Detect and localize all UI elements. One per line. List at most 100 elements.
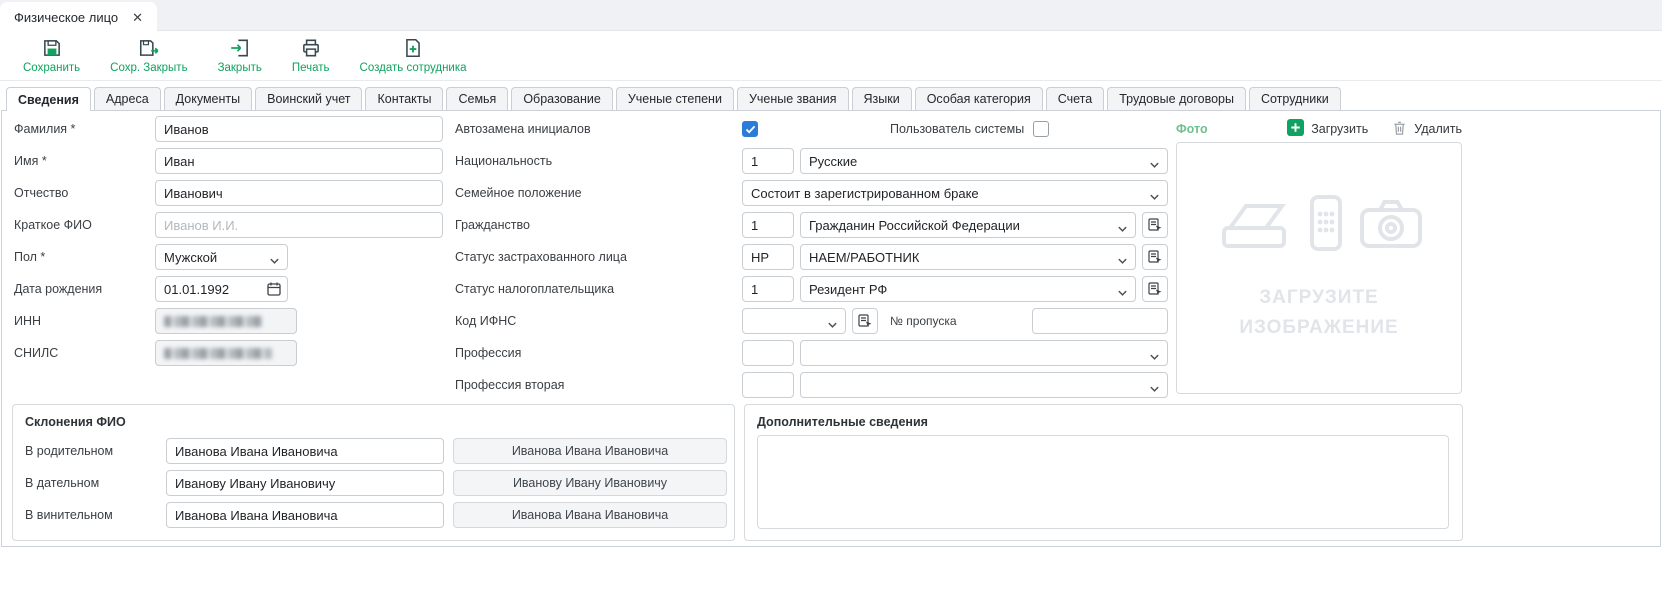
marital-status-select[interactable]: Состоит в зарегистрированном браке bbox=[742, 180, 1168, 206]
save-icon bbox=[41, 37, 63, 59]
dative-input[interactable] bbox=[166, 470, 444, 496]
app-window: Физическое лицо ✕ Сохранить Сохр. Закрыт… bbox=[0, 0, 1662, 601]
additional-info-textarea[interactable] bbox=[757, 435, 1449, 529]
citizenship-lookup-button[interactable] bbox=[1142, 212, 1168, 238]
birth-date-label: Дата рождения bbox=[14, 282, 155, 296]
gender-label: Пол * bbox=[14, 250, 155, 264]
photo-header: Фото Загрузить Удалить bbox=[1176, 116, 1462, 142]
close-button[interactable]: Закрыть bbox=[203, 33, 277, 78]
system-user-checkbox[interactable] bbox=[1033, 121, 1049, 137]
citizenship-select[interactable]: Гражданин Российской Федерации bbox=[800, 212, 1136, 238]
declension-row-genitive: В родительном Иванова Ивана Ивановича bbox=[25, 438, 727, 464]
tab-adresa[interactable]: Адреса bbox=[94, 87, 161, 110]
field-profession-second: Профессия вторая bbox=[455, 372, 1168, 398]
genitive-input[interactable] bbox=[166, 438, 444, 464]
dative-label: В дательном bbox=[25, 476, 166, 490]
tab-uchenye-stepeni[interactable]: Ученые степени bbox=[616, 87, 734, 110]
tab-sotrudniki[interactable]: Сотрудники bbox=[1249, 87, 1341, 110]
tab-dokumenty[interactable]: Документы bbox=[164, 87, 252, 110]
taxpayer-status-select[interactable]: Резидент РФ bbox=[800, 276, 1136, 302]
taxpayer-status-lookup-button[interactable] bbox=[1142, 276, 1168, 302]
plus-icon bbox=[1287, 119, 1304, 139]
taxpayer-status-code-input[interactable] bbox=[742, 276, 794, 302]
tab-trudovye-dogovory[interactable]: Трудовые договоры bbox=[1107, 87, 1246, 110]
taxpayer-status-label: Статус налогоплательщика bbox=[455, 282, 742, 296]
field-ifns-code: Код ИФНС № пропуска bbox=[455, 308, 1168, 334]
nationality-select[interactable]: Русские bbox=[800, 148, 1168, 174]
save-close-button[interactable]: Сохр. Закрыть bbox=[95, 33, 202, 78]
masked-value bbox=[164, 316, 262, 327]
tab-kontakty[interactable]: Контакты bbox=[365, 87, 443, 110]
tab-osobaya-kategoriya[interactable]: Особая категория bbox=[915, 87, 1043, 110]
patronymic-input[interactable] bbox=[155, 180, 443, 206]
nationality-label: Национальность bbox=[455, 154, 742, 168]
profession-code-input[interactable] bbox=[742, 340, 794, 366]
profession-select[interactable] bbox=[800, 340, 1168, 366]
document-tab[interactable]: Физическое лицо ✕ bbox=[0, 2, 157, 32]
print-label: Печать bbox=[292, 62, 330, 74]
tab-svedeniya[interactable]: Сведения bbox=[6, 87, 91, 111]
surname-label: Фамилия * bbox=[14, 122, 155, 136]
declensions-panel: Склонения ФИО В родительном Иванова Иван… bbox=[12, 404, 735, 541]
firstname-input[interactable] bbox=[155, 148, 443, 174]
firstname-label: Имя * bbox=[14, 154, 155, 168]
insured-status-lookup-button[interactable] bbox=[1142, 244, 1168, 270]
ifns-code-select[interactable] bbox=[742, 308, 846, 334]
field-insured-status: Статус застрахованного лица НАЕМ/РАБОТНИ… bbox=[455, 244, 1168, 270]
genitive-suggestion-button[interactable]: Иванова Ивана Ивановича bbox=[453, 438, 727, 464]
accusative-suggestion-button[interactable]: Иванова Ивана Ивановича bbox=[453, 502, 727, 528]
tab-semya[interactable]: Семья bbox=[446, 87, 508, 110]
photo-upload-button[interactable]: Загрузить bbox=[1287, 119, 1368, 139]
masked-value bbox=[164, 348, 272, 359]
tab-uchenye-zvaniya[interactable]: Ученые звания bbox=[737, 87, 849, 110]
tab-yazyki[interactable]: Языки bbox=[852, 87, 912, 110]
patronymic-label: Отчество bbox=[14, 186, 155, 200]
profession-second-select[interactable] bbox=[800, 372, 1168, 398]
insured-status-code-input[interactable] bbox=[742, 244, 794, 270]
calendar-icon[interactable] bbox=[266, 281, 282, 297]
lookup-icon bbox=[1147, 249, 1163, 265]
chevron-down-icon bbox=[1117, 285, 1128, 293]
exit-icon bbox=[229, 37, 251, 59]
snils-label: СНИЛС bbox=[14, 346, 155, 360]
tab-voinskiy-uchet[interactable]: Воинский учет bbox=[255, 87, 362, 110]
phone-icon bbox=[1308, 194, 1344, 257]
genitive-label: В родительном bbox=[25, 444, 166, 458]
dative-suggestion-button[interactable]: Иванову Ивану Ивановичу bbox=[453, 470, 727, 496]
field-inn: ИНН bbox=[14, 308, 297, 334]
create-employee-button[interactable]: Создать сотрудника bbox=[345, 33, 482, 78]
field-snils: СНИЛС bbox=[14, 340, 297, 366]
declension-row-dative: В дательном Иванову Ивану Ивановичу bbox=[25, 470, 727, 496]
gender-select[interactable]: Мужской bbox=[155, 244, 288, 270]
nationality-code-input[interactable] bbox=[742, 148, 794, 174]
photo-dropzone[interactable]: ЗАГРУЗИТЕ ИЗОБРАЖЕНИЕ bbox=[1176, 142, 1462, 394]
chevron-down-icon bbox=[827, 317, 838, 325]
accusative-input[interactable] bbox=[166, 502, 444, 528]
inn-input[interactable] bbox=[155, 308, 297, 334]
print-button[interactable]: Печать bbox=[277, 33, 345, 78]
tab-scheta[interactable]: Счета bbox=[1046, 87, 1104, 110]
field-nationality: Национальность Русские bbox=[455, 148, 1168, 174]
short-fio-input[interactable] bbox=[155, 212, 443, 238]
photo-placeholder-text: ЗАГРУЗИТЕ ИЗОБРАЖЕНИЕ bbox=[1239, 283, 1398, 342]
profession-second-code-input[interactable] bbox=[742, 372, 794, 398]
auto-initials-checkbox[interactable] bbox=[742, 121, 758, 137]
tab-obrazovanie[interactable]: Образование bbox=[511, 87, 612, 110]
short-fio-label: Краткое ФИО bbox=[14, 218, 155, 232]
marital-status-label: Семейное положение bbox=[455, 186, 742, 200]
save-button[interactable]: Сохранить bbox=[8, 33, 95, 78]
field-firstname: Имя * bbox=[14, 148, 443, 174]
trash-icon bbox=[1392, 120, 1407, 139]
field-birth-date: Дата рождения bbox=[14, 276, 288, 302]
snils-input[interactable] bbox=[155, 340, 297, 366]
photo-delete-button[interactable]: Удалить bbox=[1392, 120, 1462, 139]
insured-status-select[interactable]: НАЕМ/РАБОТНИК bbox=[800, 244, 1136, 270]
scanner-icon bbox=[1214, 196, 1294, 257]
pass-number-input[interactable] bbox=[1032, 308, 1168, 334]
citizenship-code-input[interactable] bbox=[742, 212, 794, 238]
surname-input[interactable] bbox=[155, 116, 443, 142]
chevron-down-icon bbox=[1149, 349, 1160, 357]
ifns-lookup-button[interactable] bbox=[852, 308, 878, 334]
profession-second-label: Профессия вторая bbox=[455, 378, 742, 392]
close-icon[interactable]: ✕ bbox=[132, 11, 143, 24]
